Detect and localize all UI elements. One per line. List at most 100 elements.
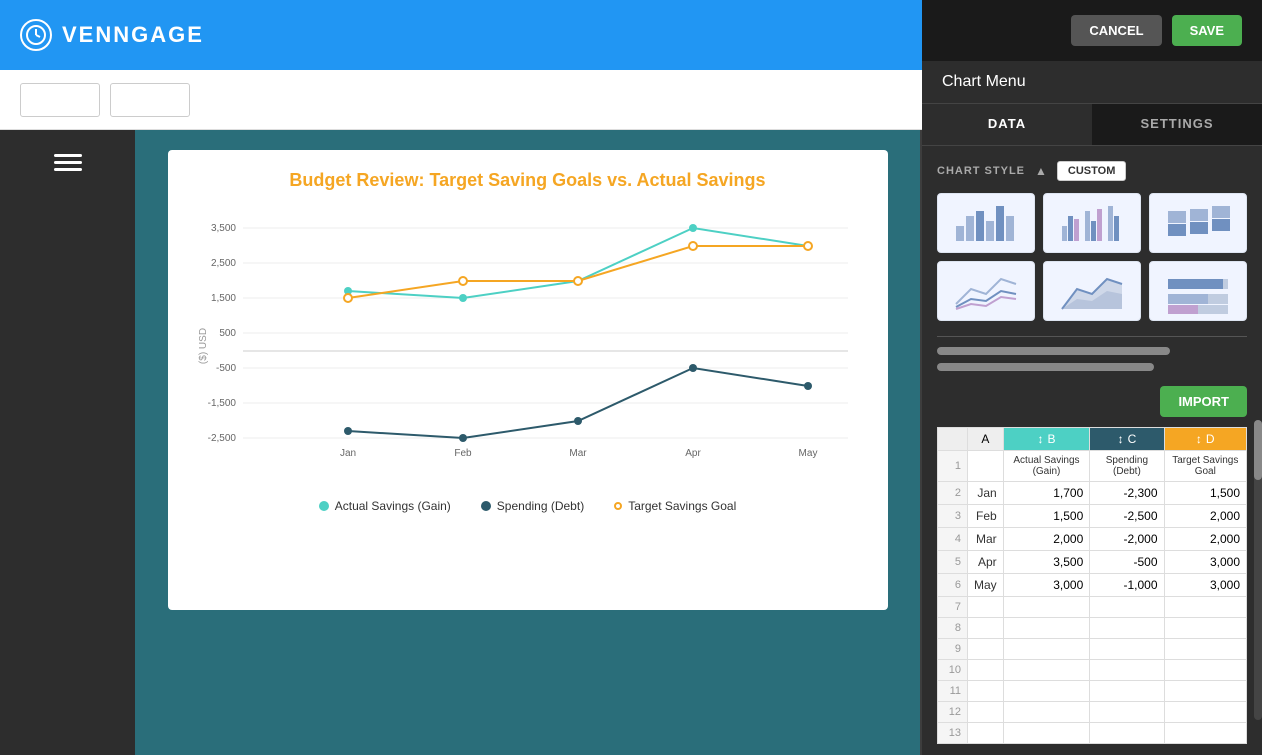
legend-item-target: Target Savings Goal xyxy=(614,499,736,513)
tab-settings[interactable]: SETTINGS xyxy=(1092,104,1262,145)
cell-d[interactable] xyxy=(1164,702,1246,723)
cell-b[interactable]: 3,000 xyxy=(1003,574,1090,597)
toolbar-btn-1[interactable] xyxy=(20,83,100,117)
cell-a[interactable] xyxy=(968,618,1004,639)
tab-data[interactable]: DATA xyxy=(922,104,1092,145)
cell-c[interactable] xyxy=(1090,702,1164,723)
cell-d[interactable]: 3,000 xyxy=(1164,574,1246,597)
cell-d[interactable]: 1,500 xyxy=(1164,482,1246,505)
cell-a[interactable]: Apr xyxy=(968,551,1004,574)
cell-b[interactable] xyxy=(1003,702,1090,723)
cell-d[interactable] xyxy=(1164,681,1246,702)
svg-text:1,500: 1,500 xyxy=(210,293,235,304)
cell-c[interactable] xyxy=(1090,660,1164,681)
cell-c[interactable]: -1,000 xyxy=(1090,574,1164,597)
chart-area: 3,500 2,500 1,500 500 -500 -1,500 -2,500… xyxy=(198,206,858,536)
chart-type-4[interactable] xyxy=(937,261,1035,321)
scrollbar-thumb[interactable] xyxy=(1254,420,1262,480)
chart-style-row: CHART STYLE ▲ CUSTOM xyxy=(937,161,1247,181)
cell-d[interactable] xyxy=(1164,639,1246,660)
row-number: 12 xyxy=(938,702,968,723)
cell-a[interactable] xyxy=(968,597,1004,618)
import-button[interactable]: IMPORT xyxy=(1160,386,1247,417)
cell-b[interactable] xyxy=(1003,618,1090,639)
cell-c[interactable] xyxy=(1090,597,1164,618)
chart-type-2[interactable] xyxy=(1043,193,1141,253)
cell-d[interactable] xyxy=(1164,660,1246,681)
col-header-a: A xyxy=(968,428,1004,451)
col-header-d[interactable]: ↕D xyxy=(1164,428,1246,451)
cell-b[interactable]: 1,500 xyxy=(1003,505,1090,528)
cell-c[interactable]: -2,300 xyxy=(1090,482,1164,505)
toolbar-btn-2[interactable] xyxy=(110,83,190,117)
cell-b[interactable] xyxy=(1003,723,1090,744)
custom-badge[interactable]: CUSTOM xyxy=(1057,161,1126,181)
cell-b[interactable] xyxy=(1003,660,1090,681)
chart-type-5[interactable] xyxy=(1043,261,1141,321)
cell-d[interactable] xyxy=(1164,618,1246,639)
cell-a[interactable] xyxy=(968,681,1004,702)
cell-c[interactable]: -2,500 xyxy=(1090,505,1164,528)
scrollbar-track[interactable] xyxy=(1254,420,1262,720)
svg-text:Feb: Feb xyxy=(454,448,472,459)
cell-b[interactable]: 2,000 xyxy=(1003,528,1090,551)
cell-b[interactable]: Actual Savings (Gain) xyxy=(1003,451,1090,482)
cell-a[interactable] xyxy=(968,702,1004,723)
svg-text:500: 500 xyxy=(219,328,236,339)
data-table: A ↕B ↕C ↕D xyxy=(937,427,1247,744)
cell-a[interactable] xyxy=(968,639,1004,660)
row-number: 13 xyxy=(938,723,968,744)
chart-type-1[interactable] xyxy=(937,193,1035,253)
cell-a[interactable]: Mar xyxy=(968,528,1004,551)
cell-b[interactable] xyxy=(1003,639,1090,660)
legend-label-spending: Spending (Debt) xyxy=(497,499,584,513)
cell-c[interactable]: -500 xyxy=(1090,551,1164,574)
slider-1[interactable] xyxy=(937,347,1170,355)
row-number: 8 xyxy=(938,618,968,639)
row-number: 1 xyxy=(938,451,968,482)
svg-text:3,500: 3,500 xyxy=(210,223,235,234)
cell-c[interactable] xyxy=(1090,639,1164,660)
cell-b[interactable]: 3,500 xyxy=(1003,551,1090,574)
cell-d[interactable]: 3,000 xyxy=(1164,551,1246,574)
cell-a[interactable]: Feb xyxy=(968,505,1004,528)
cell-d[interactable] xyxy=(1164,723,1246,744)
hamburger-menu-icon[interactable] xyxy=(54,150,82,175)
cell-c[interactable]: -2,000 xyxy=(1090,528,1164,551)
table-row: 4Mar2,000-2,0002,000 xyxy=(938,528,1247,551)
chart-style-label: CHART STYLE xyxy=(937,165,1025,177)
logo-text: VENNGAGE xyxy=(62,22,204,48)
cell-b[interactable] xyxy=(1003,597,1090,618)
table-row: 6May3,000-1,0003,000 xyxy=(938,574,1247,597)
logo-area: VENNGAGE xyxy=(20,19,204,51)
cell-b[interactable] xyxy=(1003,681,1090,702)
table-row: 1 Actual Savings (Gain)Spending (Debt)Tar… xyxy=(938,451,1247,482)
save-button[interactable]: SAVE xyxy=(1172,15,1242,46)
row-number: 10 xyxy=(938,660,968,681)
cell-d[interactable]: 2,000 xyxy=(1164,505,1246,528)
cell-c[interactable]: Spending (Debt) xyxy=(1090,451,1164,482)
cell-d[interactable] xyxy=(1164,597,1246,618)
col-header-b[interactable]: ↕B xyxy=(1003,428,1090,451)
table-body: 1 Actual Savings (Gain)Spending (Debt)Tar… xyxy=(938,451,1247,744)
chart-type-6[interactable] xyxy=(1149,261,1247,321)
row-number: 4 xyxy=(938,528,968,551)
svg-text:($) USD: ($) USD xyxy=(198,328,209,364)
cell-d[interactable]: Target Savings Goal xyxy=(1164,451,1246,482)
cell-a[interactable] xyxy=(968,723,1004,744)
row-number: 5 xyxy=(938,551,968,574)
cell-d[interactable]: 2,000 xyxy=(1164,528,1246,551)
cell-a[interactable] xyxy=(968,660,1004,681)
cancel-button[interactable]: CANCEL xyxy=(1071,15,1161,46)
col-header-c[interactable]: ↕C xyxy=(1090,428,1164,451)
cell-a[interactable]: Jan xyxy=(968,482,1004,505)
chart-type-3[interactable] xyxy=(1149,193,1247,253)
cell-a[interactable] xyxy=(968,451,1004,482)
chart-svg: 3,500 2,500 1,500 500 -500 -1,500 -2,500… xyxy=(198,206,858,486)
slider-2[interactable] xyxy=(937,363,1154,371)
cell-c[interactable] xyxy=(1090,723,1164,744)
cell-b[interactable]: 1,700 xyxy=(1003,482,1090,505)
cell-c[interactable] xyxy=(1090,681,1164,702)
cell-a[interactable]: May xyxy=(968,574,1004,597)
cell-c[interactable] xyxy=(1090,618,1164,639)
